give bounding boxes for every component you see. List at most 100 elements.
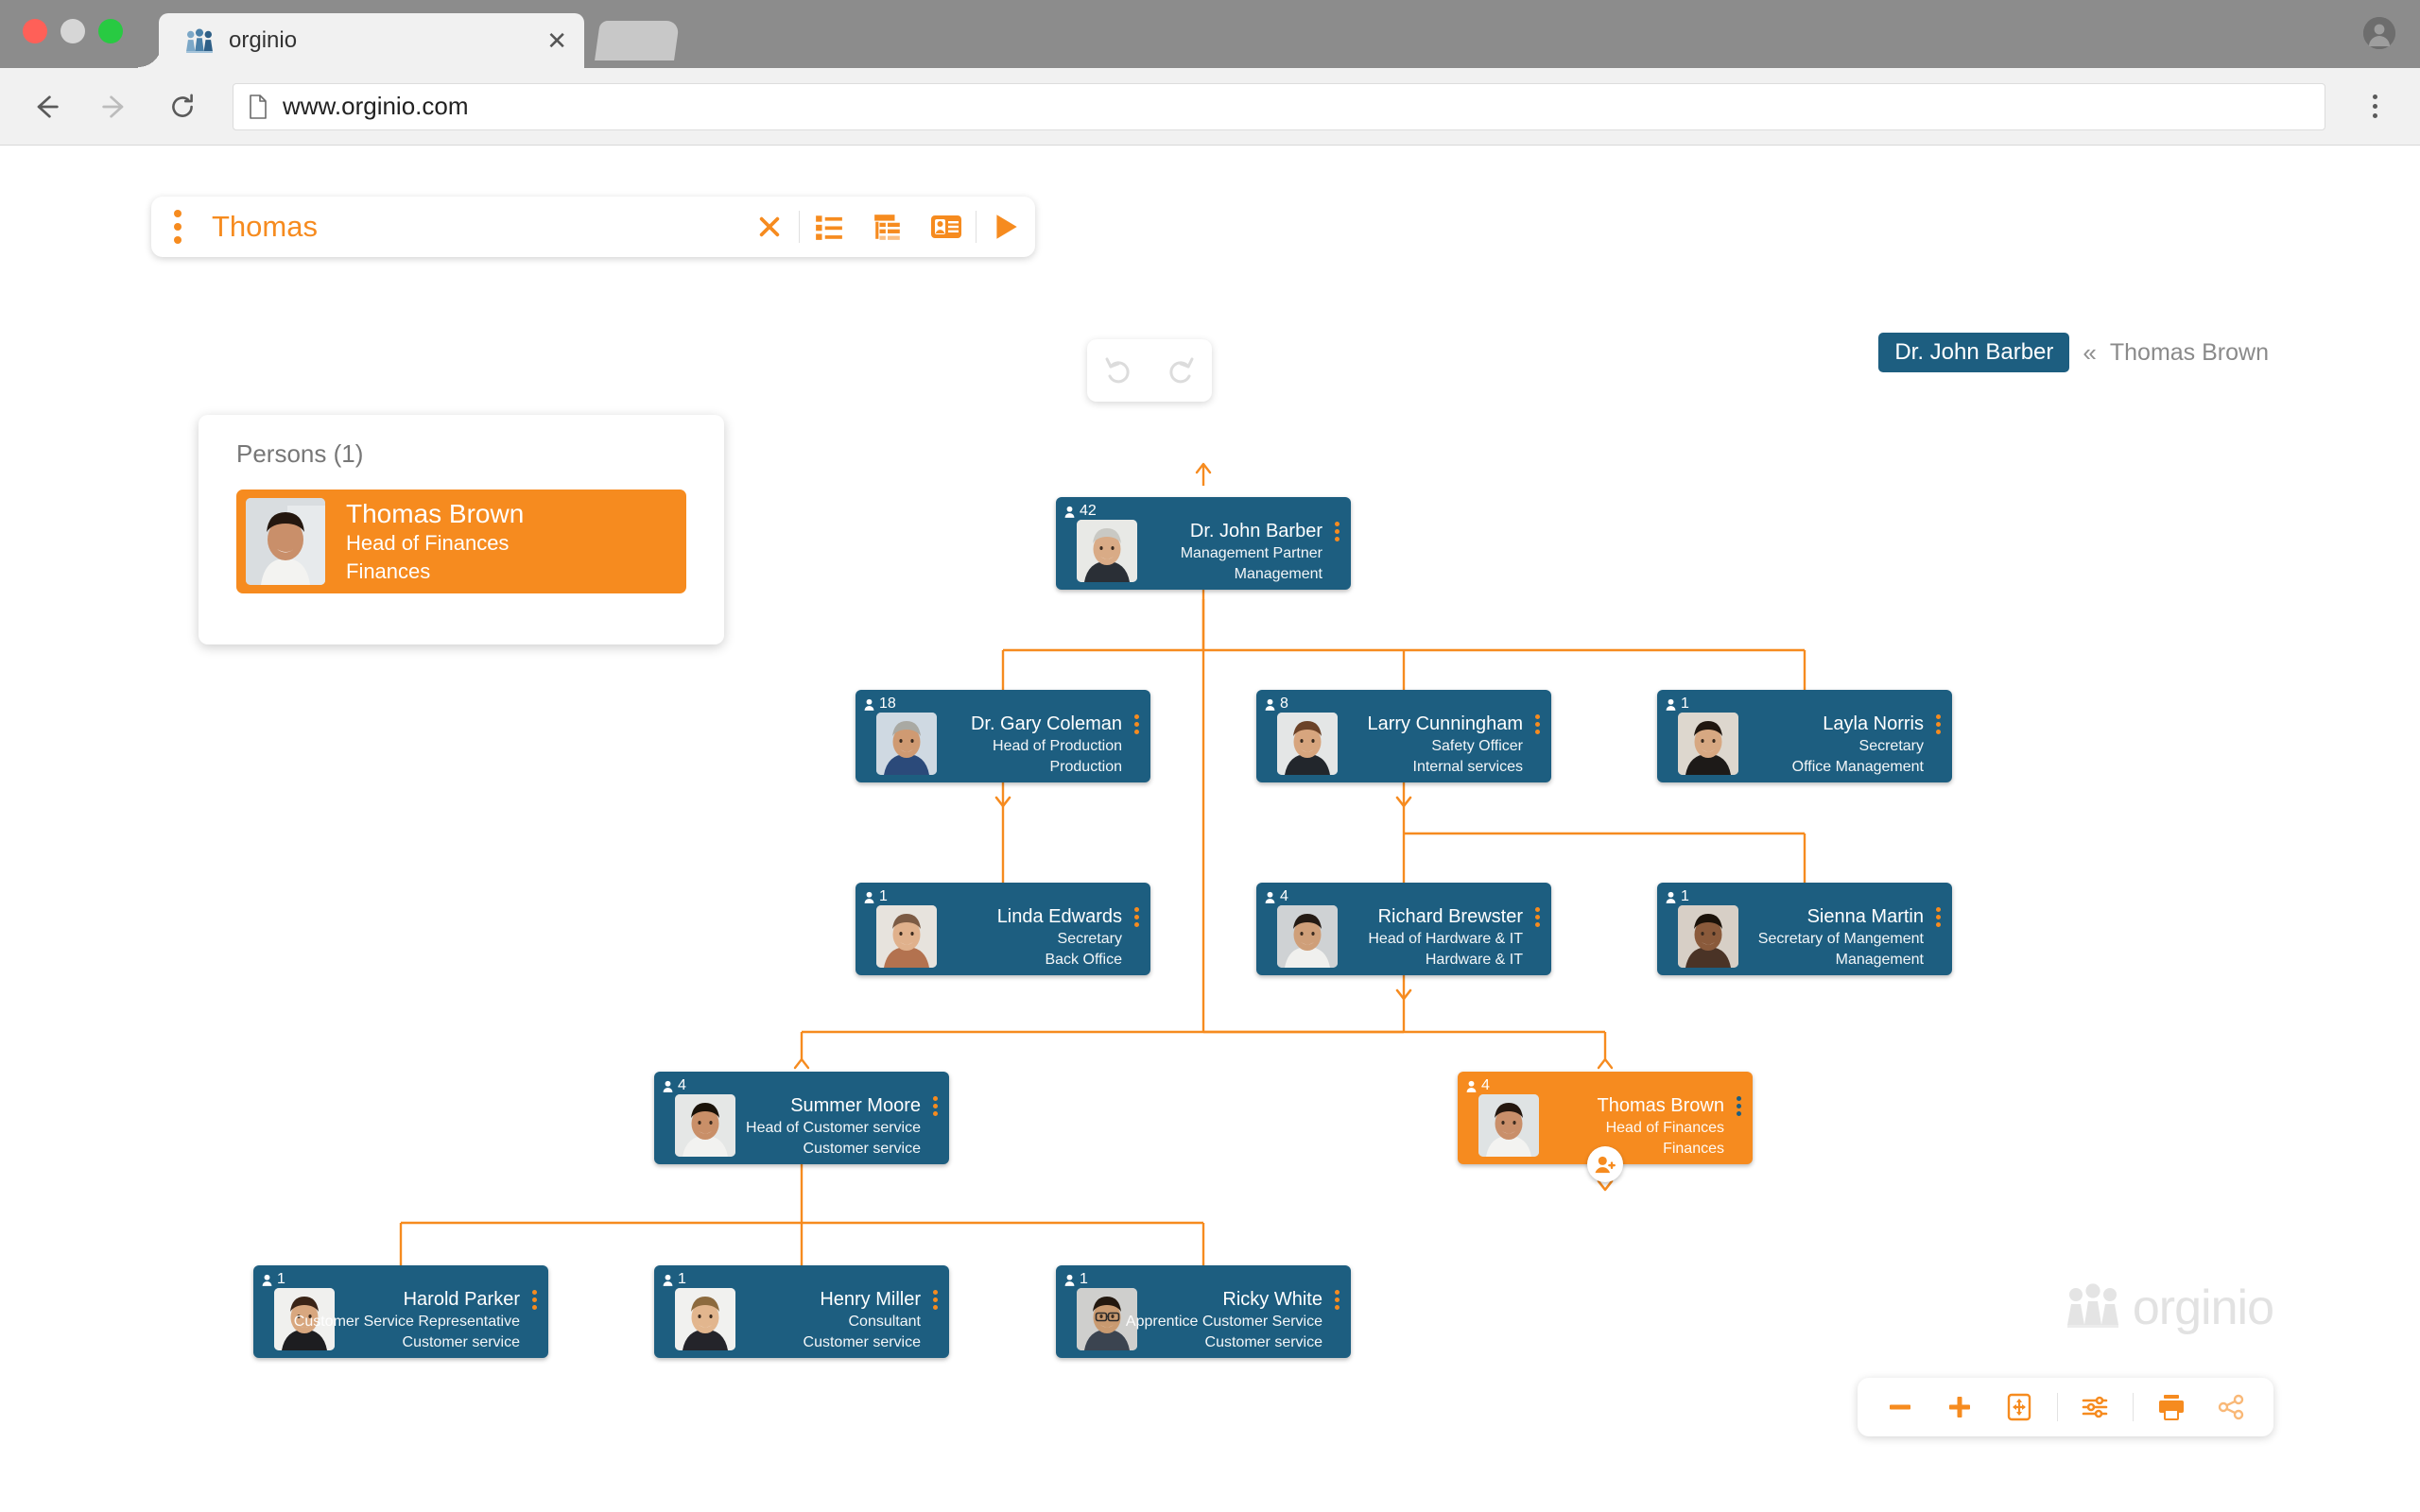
org-node-count: 1 [1681, 696, 1689, 712]
org-node-dept: Office Management [1791, 758, 1924, 775]
org-node-subordinate-badge: 1 [1666, 696, 1689, 712]
org-node-text: Harold Parker Customer Service Represent… [294, 1288, 520, 1352]
zoom-in-plus-icon[interactable] [1938, 1393, 1981, 1421]
org-node-name: Dr. Gary Coleman [970, 713, 1122, 734]
org-node-subordinate-badge: 1 [1064, 1272, 1088, 1287]
org-node-subordinate-badge: 4 [1466, 1078, 1490, 1093]
org-node-text: Summer Moore Head of Customer service Cu… [746, 1094, 921, 1159]
org-node-role: Secretary of Mangement [1757, 931, 1924, 947]
org-node-name: Dr. John Barber [1189, 521, 1322, 541]
browser-tab-inactive[interactable] [595, 21, 680, 60]
org-node-dept: Customer service [1204, 1333, 1322, 1350]
share-icon[interactable] [2209, 1393, 2253, 1421]
close-icon[interactable]: ✕ [546, 28, 567, 53]
browser-tab[interactable]: orginio ✕ [138, 13, 584, 68]
org-node-count: 4 [1280, 888, 1288, 904]
org-node-role: Head of Finances [1605, 1120, 1724, 1136]
address-bar[interactable]: www.orginio.com [233, 82, 2325, 130]
org-node-count: 1 [1080, 1271, 1088, 1287]
print-icon[interactable] [2150, 1393, 2193, 1421]
org-chart: 42 Dr. John Barber Management Partner Ma… [0, 146, 2420, 1512]
orginio-people-icon [185, 28, 214, 53]
person-icon [1064, 1274, 1075, 1286]
account-avatar-icon[interactable] [2363, 17, 2395, 49]
person-icon [1064, 506, 1075, 518]
org-node-dept: Internal services [1412, 758, 1524, 775]
org-node-menu-kebab-icon[interactable] [1535, 907, 1540, 927]
zoom-out-minus-icon[interactable] [1878, 1393, 1922, 1421]
org-node[interactable]: 18 Dr. Gary Coleman Head of Production P… [856, 690, 1150, 782]
org-node-menu-kebab-icon[interactable] [1535, 714, 1540, 734]
address-bar-url: www.orginio.com [283, 92, 469, 120]
org-node-count: 4 [678, 1077, 686, 1093]
orginio-people-icon [2066, 1282, 2119, 1333]
org-node-count: 42 [1080, 503, 1097, 519]
org-node-count: 1 [678, 1271, 686, 1287]
person-icon [1466, 1080, 1477, 1092]
org-node[interactable]: 1 Harold Parker Customer Service Represe… [253, 1265, 548, 1358]
org-node-menu-kebab-icon[interactable] [1134, 714, 1139, 734]
org-node-text: Dr. Gary Coleman Head of Production Prod… [971, 713, 1122, 777]
person-icon [864, 891, 874, 903]
org-node[interactable]: 4 Thomas Brown Head of Finances Finances [1458, 1072, 1753, 1182]
forward-arrow-icon[interactable] [89, 81, 140, 132]
org-node-subordinate-badge: 4 [1265, 889, 1288, 904]
org-node-name: Thomas Brown [1597, 1095, 1725, 1116]
browser-titlebar: orginio ✕ [0, 0, 2420, 68]
org-node[interactable]: 4 Summer Moore Head of Customer service … [654, 1072, 949, 1164]
org-node-count: 1 [1681, 888, 1689, 904]
org-node-menu-kebab-icon[interactable] [1936, 907, 1941, 927]
org-node-name: Sienna Martin [1806, 906, 1924, 927]
person-icon [1666, 698, 1676, 711]
org-node-subordinate-badge: 4 [663, 1078, 686, 1093]
org-node-role: Management Partner [1180, 545, 1322, 561]
org-node[interactable]: 1 Layla Norris Secretary Office Manageme… [1657, 690, 1952, 782]
window-maximize-button[interactable] [98, 19, 123, 43]
back-arrow-icon[interactable] [21, 81, 72, 132]
add-person-button[interactable] [1587, 1146, 1623, 1182]
org-node-menu-kebab-icon[interactable] [1335, 522, 1340, 541]
org-node[interactable]: 42 Dr. John Barber Management Partner Ma… [1056, 497, 1351, 590]
org-node-dept: Management [1234, 565, 1322, 582]
org-node-role: Secretary [1858, 738, 1924, 754]
sliders-settings-icon[interactable] [2073, 1393, 2117, 1421]
org-node-menu-kebab-icon[interactable] [933, 1290, 938, 1310]
org-node-menu-kebab-icon[interactable] [1737, 1096, 1741, 1116]
kebab-menu-icon[interactable] [2352, 94, 2397, 118]
org-node-menu-kebab-icon[interactable] [1335, 1290, 1340, 1310]
org-node-role: Head of Hardware & IT [1368, 931, 1523, 947]
org-node-text: Dr. John Barber Management Partner Manag… [1181, 520, 1322, 584]
org-node-dept: Back Office [1045, 951, 1122, 968]
org-node-menu-kebab-icon[interactable] [1134, 907, 1139, 927]
org-node-menu-kebab-icon[interactable] [933, 1096, 938, 1116]
toolbar-divider [2056, 1393, 2058, 1421]
org-node[interactable]: 1 Linda Edwards Secretary Back Office [856, 883, 1150, 975]
window-minimize-button[interactable] [60, 19, 85, 43]
window-close-button[interactable] [23, 19, 47, 43]
org-node[interactable]: 1 Sienna Martin Secretary of Mangement M… [1657, 883, 1952, 975]
reload-icon[interactable] [157, 81, 208, 132]
org-node-menu-kebab-icon[interactable] [1936, 714, 1941, 734]
org-node-count: 18 [879, 696, 896, 712]
org-node[interactable]: 1 Henry Miller Consultant Customer servi… [654, 1265, 949, 1358]
org-node-menu-kebab-icon[interactable] [532, 1290, 537, 1310]
org-node[interactable]: 4 Richard Brewster Head of Hardware & IT… [1256, 883, 1551, 975]
org-node[interactable]: 8 Larry Cunningham Safety Officer Intern… [1256, 690, 1551, 782]
org-node-text: Sienna Martin Secretary of Mangement Man… [1758, 905, 1924, 970]
org-node-subordinate-badge: 42 [1064, 504, 1097, 519]
avatar [1678, 713, 1738, 775]
org-node-dept: Customer service [402, 1333, 520, 1350]
org-node-text: Thomas Brown Head of Finances Finances [1598, 1094, 1725, 1159]
org-node[interactable]: 1 Ricky White Apprentice Customer Servic… [1056, 1265, 1351, 1358]
org-node-name: Summer Moore [790, 1095, 921, 1116]
org-node-dept: Management [1835, 951, 1924, 968]
person-icon [1666, 891, 1676, 903]
fit-to-screen-icon[interactable] [1997, 1393, 2041, 1421]
org-node-count: 4 [1481, 1077, 1490, 1093]
avatar [1478, 1094, 1539, 1157]
avatar [1277, 905, 1338, 968]
org-node-count: 8 [1280, 696, 1288, 712]
org-node-dept: Hardware & IT [1425, 951, 1523, 968]
org-node-text: Larry Cunningham Safety Officer Internal… [1367, 713, 1523, 777]
person-icon [262, 1274, 272, 1286]
